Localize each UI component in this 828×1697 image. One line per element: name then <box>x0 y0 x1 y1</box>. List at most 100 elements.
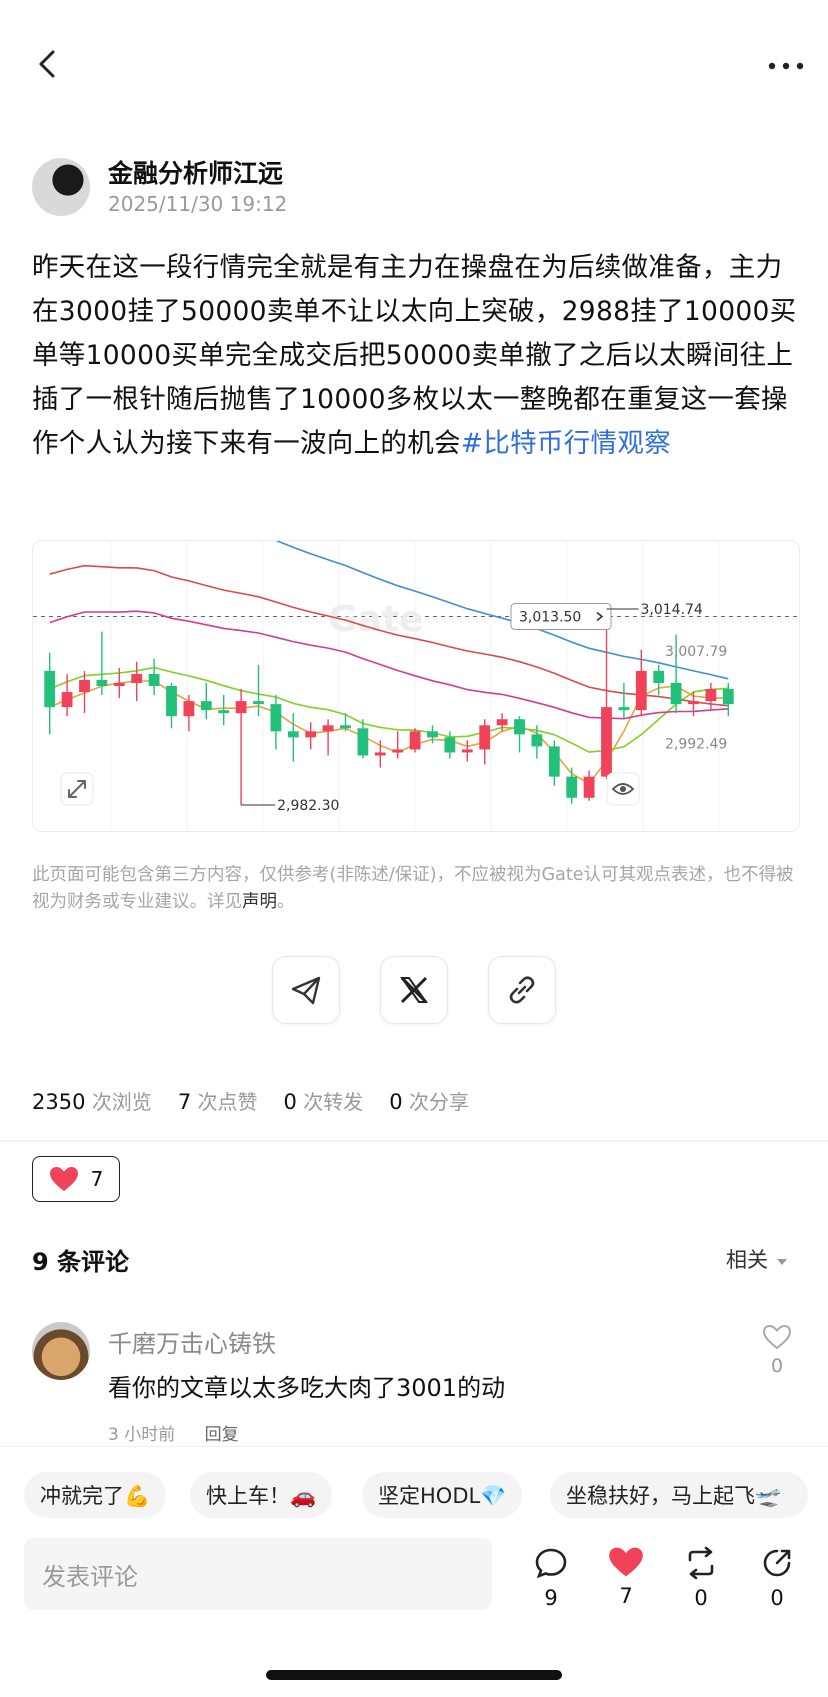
stat-shares: 0 次分享 <box>389 1090 470 1114</box>
candle-body <box>253 701 264 705</box>
candle-body <box>61 692 73 708</box>
candle-body <box>44 670 56 708</box>
x-icon <box>400 976 428 1004</box>
candle-body <box>479 725 491 750</box>
candle <box>374 740 386 768</box>
candle <box>96 631 108 696</box>
candle-body <box>305 731 317 738</box>
candle <box>253 664 264 717</box>
candle <box>305 722 317 750</box>
reaction-count: 7 <box>90 1167 104 1191</box>
candle-body <box>166 686 177 717</box>
candle-body <box>444 737 456 753</box>
candle <box>601 609 612 780</box>
candle-body <box>548 746 560 777</box>
more-button[interactable] <box>766 56 806 76</box>
comment-like-button[interactable]: 0 <box>760 1324 794 1377</box>
comment-count: 9 <box>544 1586 558 1610</box>
author-avatar[interactable] <box>32 158 90 216</box>
quick-reply-chip[interactable]: 坚定HODL💎 <box>362 1472 523 1518</box>
candle <box>566 767 578 804</box>
candle-body <box>287 731 299 738</box>
candle-body <box>601 707 612 777</box>
comments-title: 9 条评论 <box>32 1248 130 1276</box>
repost-action[interactable]: 0 <box>676 1546 726 1610</box>
expand-icon[interactable] <box>60 772 94 806</box>
candle-body <box>705 689 717 702</box>
candle-body <box>566 776 578 798</box>
comment-reply-button[interactable]: 回复 <box>205 1425 239 1445</box>
post-date: 2025/11/30 19:12 <box>108 192 288 216</box>
reaction-button[interactable]: 7 <box>32 1156 120 1202</box>
candle <box>148 658 160 696</box>
price-chart[interactable]: Gate 3,013.50 3,014.74 3,007.79 2,992.49 2,9… <box>32 540 800 832</box>
candlestick-chart: Gate 3,013.50 3,014.743,007.792,992.492,9… <box>33 541 799 831</box>
candle-body <box>427 731 438 738</box>
more-icon <box>768 62 804 70</box>
heart-outline-icon <box>762 1324 792 1350</box>
candle-body <box>531 734 543 747</box>
commenter-name[interactable]: 千磨万击心铸铁 <box>108 1324 276 1359</box>
candle <box>705 682 717 711</box>
candle <box>270 695 282 750</box>
candle <box>409 728 421 753</box>
statement-link[interactable]: 声明 <box>242 892 277 912</box>
ma-line-orange <box>49 680 729 785</box>
candle-body <box>235 701 247 714</box>
share-x-button[interactable] <box>380 956 448 1024</box>
candle-body <box>461 749 473 753</box>
chevron-left-icon <box>39 50 55 78</box>
candle-body <box>131 673 143 683</box>
share-telegram-button[interactable] <box>272 956 340 1024</box>
current-price-label: 3,013.50 <box>519 610 581 626</box>
telegram-icon <box>291 976 321 1005</box>
eye-icon[interactable] <box>606 772 640 806</box>
like-count: 7 <box>619 1584 633 1608</box>
quick-reply-chip[interactable]: 快上车！🚗 <box>190 1472 333 1518</box>
stat-likes: 7 次点赞 <box>177 1090 258 1114</box>
candle-body <box>270 704 282 732</box>
back-button[interactable] <box>28 44 68 84</box>
candle-body <box>392 749 404 753</box>
hashtag-link[interactable]: #比特币行情观察 <box>461 428 671 459</box>
candle <box>183 695 195 732</box>
candle <box>514 716 525 753</box>
candle <box>200 682 212 720</box>
comment-input[interactable]: 发表评论 <box>24 1538 492 1610</box>
divider <box>0 1140 828 1142</box>
candle-body <box>635 670 647 711</box>
share-icon <box>763 1549 791 1577</box>
author-name[interactable]: 金融分析师江远 <box>108 154 283 190</box>
candle <box>235 689 247 806</box>
candle-body <box>79 679 90 693</box>
candle-body <box>409 731 421 750</box>
candle <box>479 719 491 765</box>
comment-action[interactable]: 9 <box>526 1546 576 1610</box>
quick-reply-chip[interactable]: 坐稳扶好，马上起飞🛫 <box>550 1472 808 1518</box>
stat-reposts: 0 次转发 <box>283 1090 364 1114</box>
candle-body <box>148 673 160 686</box>
candle <box>548 740 560 786</box>
sort-label: 相关 <box>726 1248 768 1272</box>
copy-link-button[interactable] <box>488 956 556 1024</box>
candle-body <box>96 679 108 686</box>
like-action[interactable]: 7 <box>601 1546 651 1608</box>
candle-body <box>200 701 212 711</box>
upper-price-label: 3,007.79 <box>665 644 727 660</box>
post-text: 昨天在这一段行情完全就是有主力在操盘在为后续做准备，主力在3000挂了50000… <box>32 252 797 459</box>
share-action[interactable]: 0 <box>752 1546 802 1610</box>
repost-count: 0 <box>694 1586 708 1610</box>
disclaimer: 此页面可能包含第三方内容，仅供参考(非陈述/保证)，不应被视为Gate认可其观点… <box>32 862 802 916</box>
stat-views: 2350 次浏览 <box>32 1090 152 1114</box>
candle-body <box>653 670 665 683</box>
candle <box>218 695 230 726</box>
candle-body <box>688 701 699 705</box>
comment-icon <box>535 1548 567 1579</box>
candle <box>688 692 699 717</box>
candle-body <box>670 682 682 705</box>
home-indicator <box>266 1670 562 1680</box>
candle <box>583 770 595 801</box>
quick-reply-chip[interactable]: 冲就完了💪 <box>24 1472 167 1518</box>
commenter-avatar[interactable] <box>32 1322 90 1380</box>
sort-dropdown[interactable]: 相关 <box>726 1244 789 1274</box>
